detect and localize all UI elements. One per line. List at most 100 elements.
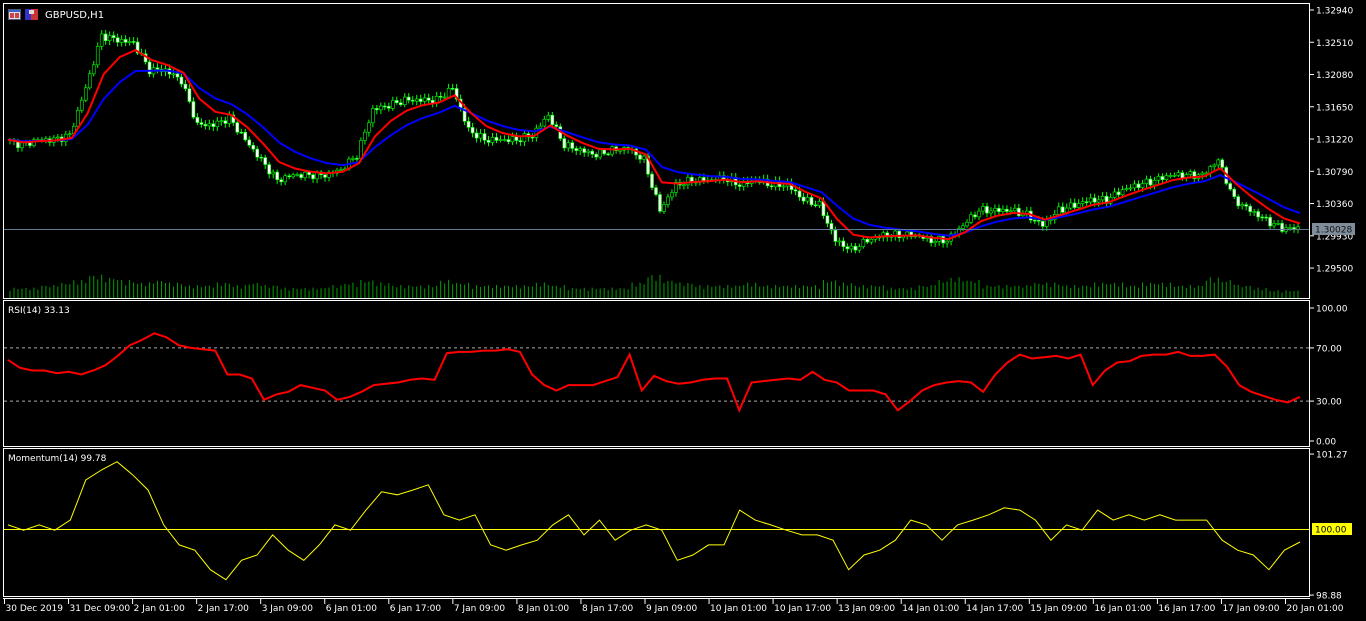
candle-body bbox=[107, 35, 112, 41]
candle-body bbox=[506, 139, 511, 143]
candle-body bbox=[259, 156, 264, 159]
candle-body bbox=[367, 122, 371, 133]
candle-body bbox=[279, 179, 283, 183]
candle-body bbox=[993, 207, 997, 212]
time-tick-label: 7 Jan 09:00 bbox=[454, 604, 506, 614]
candle-body bbox=[654, 187, 658, 195]
candle-body bbox=[518, 140, 523, 143]
candle-body bbox=[813, 204, 818, 207]
candle-body bbox=[1176, 172, 1181, 176]
time-tick-label: 16 Jan 01:00 bbox=[1094, 604, 1151, 614]
candle-body bbox=[406, 96, 411, 101]
candle-body bbox=[147, 61, 152, 75]
candle-body bbox=[602, 149, 606, 155]
candle-body bbox=[466, 120, 471, 128]
candle-body bbox=[666, 196, 670, 205]
candle-body bbox=[1264, 216, 1268, 219]
chart-window-icon[interactable] bbox=[8, 9, 21, 20]
candle-body bbox=[817, 200, 822, 206]
candle-body bbox=[239, 131, 244, 134]
candle-body bbox=[299, 174, 303, 178]
candle-body bbox=[989, 210, 993, 214]
candle-body bbox=[805, 197, 810, 202]
candle-body bbox=[199, 122, 204, 125]
candle-body bbox=[179, 76, 184, 85]
candle-body bbox=[857, 246, 862, 251]
save-icon[interactable] bbox=[25, 9, 38, 20]
candle-body bbox=[87, 73, 92, 89]
candle-body bbox=[474, 132, 479, 139]
candle-body bbox=[861, 238, 866, 248]
candle-body bbox=[662, 204, 666, 212]
rsi-title: RSI(14) 33.13 bbox=[8, 306, 70, 316]
price-tick-label: 1.31220 bbox=[1316, 136, 1353, 146]
candle-body bbox=[75, 109, 80, 127]
candle-body bbox=[494, 137, 499, 141]
candle-body bbox=[562, 138, 567, 149]
candle-body bbox=[426, 97, 431, 101]
candle-body bbox=[1296, 226, 1300, 230]
candle-body bbox=[20, 142, 24, 149]
candle-body bbox=[490, 137, 495, 143]
candle-body bbox=[1100, 196, 1105, 201]
candle-body bbox=[638, 154, 642, 160]
time-tick-label: 13 Jan 09:00 bbox=[838, 604, 895, 614]
candle-body bbox=[853, 245, 858, 251]
candle-body bbox=[1240, 204, 1244, 207]
candle-body bbox=[1276, 223, 1280, 225]
candle-body bbox=[1068, 202, 1073, 209]
candle-body bbox=[546, 114, 551, 120]
candle-body bbox=[841, 240, 846, 248]
candle-body bbox=[359, 140, 363, 159]
momentum-title: Momentum(14) 99.78 bbox=[8, 454, 107, 464]
candle-body bbox=[191, 101, 196, 118]
candle-body bbox=[387, 106, 391, 109]
momentum-tick-label: 98.88 bbox=[1316, 592, 1342, 602]
candle-body bbox=[1252, 211, 1256, 213]
time-tick-label: 9 Jan 09:00 bbox=[646, 604, 698, 614]
candle-body bbox=[582, 148, 587, 153]
candle-body bbox=[1124, 188, 1129, 190]
price-tick-label: 1.30360 bbox=[1316, 200, 1353, 210]
candle-body bbox=[578, 148, 583, 151]
candle-body bbox=[1009, 210, 1013, 213]
candle-body bbox=[550, 114, 555, 125]
rsi-tick-label: 70.00 bbox=[1316, 344, 1342, 354]
candle-body bbox=[83, 87, 88, 101]
candle-body bbox=[379, 105, 383, 111]
candle-body bbox=[375, 108, 379, 111]
candle-body bbox=[1280, 223, 1284, 232]
momentum-tick-label: 101.27 bbox=[1316, 451, 1348, 461]
candle-body bbox=[1088, 197, 1093, 203]
time-tick-label: 8 Jan 01:00 bbox=[518, 604, 570, 614]
candle-body bbox=[79, 99, 84, 111]
candle-body bbox=[1128, 187, 1133, 190]
candle-body bbox=[211, 123, 216, 127]
candle-body bbox=[1220, 159, 1225, 168]
candle-body bbox=[594, 153, 598, 158]
candle-body bbox=[1260, 216, 1264, 219]
time-tick-label: 6 Jan 17:00 bbox=[390, 604, 442, 614]
candle-body bbox=[1005, 208, 1009, 212]
candle-body bbox=[351, 158, 355, 160]
candle-body bbox=[650, 173, 654, 188]
candle-body bbox=[1033, 219, 1037, 222]
rsi-tick-label: 100.00 bbox=[1316, 305, 1348, 315]
candle-body bbox=[1164, 175, 1169, 180]
time-tick-label: 30 Dec 2019 bbox=[6, 604, 64, 614]
candle-body bbox=[769, 185, 774, 188]
candle-body bbox=[111, 35, 116, 39]
candle-body bbox=[402, 96, 407, 106]
candle-body bbox=[470, 127, 475, 134]
candle-body bbox=[271, 171, 275, 175]
candle-body bbox=[450, 87, 455, 90]
rsi-tick-label: 0.00 bbox=[1316, 438, 1336, 448]
chart-canvas[interactable]: 1.32940 1.32510 1.32080 1.31650 1.31220 1.307… bbox=[0, 0, 1366, 621]
candle-body bbox=[223, 120, 228, 124]
candle-body bbox=[251, 144, 256, 150]
price-tick-label: 1.29500 bbox=[1316, 265, 1353, 275]
candle-body bbox=[566, 142, 571, 149]
time-tick-label: 31 Dec 09:00 bbox=[70, 604, 131, 614]
time-tick-label: 14 Jan 01:00 bbox=[902, 604, 959, 614]
candle-body bbox=[295, 174, 299, 176]
